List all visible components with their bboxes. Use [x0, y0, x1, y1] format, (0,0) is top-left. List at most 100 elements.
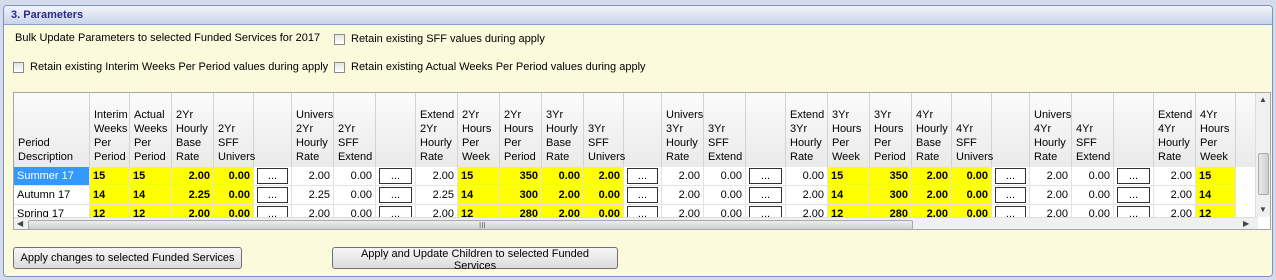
retain-actual-checkbox[interactable] [334, 62, 345, 73]
ellipsis-button-cell[interactable]: ... [1114, 186, 1154, 205]
table-cell[interactable]: 0.00 [704, 186, 746, 205]
column-header[interactable]: 3Yr SFF Extend [704, 93, 746, 167]
column-header[interactable]: Univers 2Yr Hourly Rate [292, 93, 334, 167]
table-cell[interactable]: 0.00 [584, 186, 624, 205]
table-cell[interactable]: 14 [90, 186, 130, 205]
horizontal-scrollbar[interactable]: ◀ III ▶ [14, 217, 1258, 229]
table-cell[interactable]: 2.00 [584, 167, 624, 186]
column-header[interactable] [624, 93, 662, 167]
table-cell[interactable]: 2.00 [912, 186, 952, 205]
column-header[interactable]: 3Yr Hourly Base Rate [542, 93, 584, 167]
column-header[interactable] [1114, 93, 1154, 167]
table-cell[interactable]: 300 [870, 186, 912, 205]
table-cell[interactable]: 15 [90, 167, 130, 186]
table-row[interactable]: Autumn 17 14 14 2.25 0.00... 2.25 0.00... 2.25 1… [14, 186, 1258, 205]
ellipsis-button[interactable]: ... [379, 168, 412, 184]
ellipsis-button[interactable]: ... [1117, 187, 1150, 203]
apply-changes-button[interactable]: Apply changes to selected Funded Service… [13, 247, 242, 269]
table-cell[interactable]: 2.00 [1154, 186, 1196, 205]
table-cell[interactable]: 2.00 [1154, 167, 1196, 186]
column-header[interactable]: 3Yr SFF Univers [584, 93, 625, 167]
vertical-scroll-thumb[interactable] [1258, 153, 1269, 195]
column-header[interactable]: Actual Weeks Per Period [130, 93, 172, 167]
table-cell[interactable]: 350 [500, 167, 542, 186]
ellipsis-button[interactable]: ... [379, 187, 412, 203]
column-header[interactable]: 2Yr SFF Univers [214, 93, 255, 167]
table-cell[interactable]: 0.00 [214, 167, 254, 186]
column-header[interactable]: Univers 3Yr Hourly Rate [662, 93, 704, 167]
column-header[interactable]: 2Yr Hourly Base Rate [172, 93, 214, 167]
table-cell[interactable]: 2.00 [662, 167, 704, 186]
ellipsis-button[interactable]: ... [995, 168, 1026, 184]
ellipsis-button-cell[interactable]: ... [992, 186, 1030, 205]
apply-update-children-button[interactable]: Apply and Update Children to selected Fu… [332, 247, 618, 272]
vertical-scrollbar[interactable]: ▲ ▼ [1255, 93, 1270, 217]
table-cell[interactable]: 14 [1196, 186, 1236, 205]
table-cell[interactable]: 2.00 [172, 167, 214, 186]
table-cell[interactable]: 0.00 [952, 186, 992, 205]
table-cell[interactable]: 15 [458, 167, 500, 186]
ellipsis-button[interactable]: ... [749, 187, 782, 203]
ellipsis-button[interactable]: ... [627, 168, 658, 184]
ellipsis-button[interactable]: ... [995, 187, 1026, 203]
column-header[interactable]: 3Yr Hours Per Period [870, 93, 912, 167]
table-cell[interactable]: 2.00 [416, 167, 458, 186]
column-header[interactable] [376, 93, 416, 167]
horizontal-scroll-thumb[interactable]: III [28, 220, 913, 229]
table-cell[interactable]: 2.00 [542, 186, 584, 205]
ellipsis-button-cell[interactable]: ... [624, 167, 662, 186]
retain-sff-checkbox[interactable] [334, 34, 345, 45]
table-cell[interactable]: 14 [828, 186, 870, 205]
table-cell[interactable]: 0.00 [214, 186, 254, 205]
column-header[interactable] [746, 93, 786, 167]
table-cell[interactable]: 14 [458, 186, 500, 205]
table-cell[interactable]: 15 [828, 167, 870, 186]
table-cell[interactable]: 14 [130, 186, 172, 205]
column-header[interactable]: Univers 4Yr Hourly Rate [1030, 93, 1072, 167]
table-cell[interactable]: 2.00 [786, 186, 828, 205]
period-description-cell[interactable]: Autumn 17 [14, 186, 90, 205]
ellipsis-button-cell[interactable]: ... [746, 167, 786, 186]
column-header[interactable]: 2Yr Hours Per Week [458, 93, 500, 167]
table-cell[interactable]: 0.00 [1072, 167, 1114, 186]
table-cell[interactable]: 0.00 [952, 167, 992, 186]
period-description-cell[interactable]: Summer 17 [14, 167, 90, 186]
column-header[interactable] [992, 93, 1030, 167]
table-cell[interactable]: 15 [130, 167, 172, 186]
column-header[interactable] [254, 93, 292, 167]
scroll-right-icon[interactable]: ▶ [1243, 219, 1249, 228]
column-header[interactable]: Interim Weeks Per Period [90, 93, 130, 167]
table-cell[interactable]: 2.00 [1030, 186, 1072, 205]
table-cell[interactable]: 0.00 [786, 167, 828, 186]
table-cell[interactable]: 300 [500, 186, 542, 205]
column-header[interactable]: 4Yr Hourly Base Rate [912, 93, 952, 167]
table-cell[interactable]: 2.25 [292, 186, 334, 205]
table-cell[interactable]: 2.00 [662, 186, 704, 205]
column-header[interactable]: 2Yr SFF Extend [334, 93, 376, 167]
column-header[interactable]: 4Yr SFF Univers [952, 93, 993, 167]
ellipsis-button-cell[interactable]: ... [746, 186, 786, 205]
table-cell[interactable]: 2.00 [292, 167, 334, 186]
scroll-left-icon[interactable]: ◀ [17, 219, 23, 228]
ellipsis-button[interactable]: ... [627, 187, 658, 203]
scroll-down-icon[interactable]: ▼ [1259, 205, 1267, 214]
table-cell[interactable]: 0.00 [1072, 186, 1114, 205]
ellipsis-button-cell[interactable]: ... [992, 167, 1030, 186]
table-cell[interactable]: 350 [870, 167, 912, 186]
table-cell[interactable]: 0.00 [334, 167, 376, 186]
table-cell[interactable]: 0.00 [704, 167, 746, 186]
table-cell[interactable]: 0.00 [542, 167, 584, 186]
table-row[interactable]: Summer 17 15 15 2.00 0.00... 2.00 0.00... 2.00 1… [14, 167, 1258, 186]
column-header[interactable]: 4Yr Hours Per Week [1196, 93, 1236, 167]
table-cell[interactable]: 2.25 [416, 186, 458, 205]
column-header[interactable]: 2Yr Hours Per Period [500, 93, 542, 167]
column-header[interactable]: Extend 3Yr Hourly Rate [786, 93, 828, 167]
column-header[interactable]: 3Yr Hours Per Week [828, 93, 870, 167]
ellipsis-button[interactable]: ... [257, 187, 288, 203]
column-header[interactable]: Extend 2Yr Hourly Rate [416, 93, 458, 167]
table-cell[interactable]: 0.00 [334, 186, 376, 205]
ellipsis-button-cell[interactable]: ... [376, 186, 416, 205]
column-header[interactable]: Extend 4Yr Hourly Rate [1154, 93, 1196, 167]
column-header[interactable]: 4Yr SFF Extend [1072, 93, 1114, 167]
table-cell[interactable]: 2.25 [172, 186, 214, 205]
